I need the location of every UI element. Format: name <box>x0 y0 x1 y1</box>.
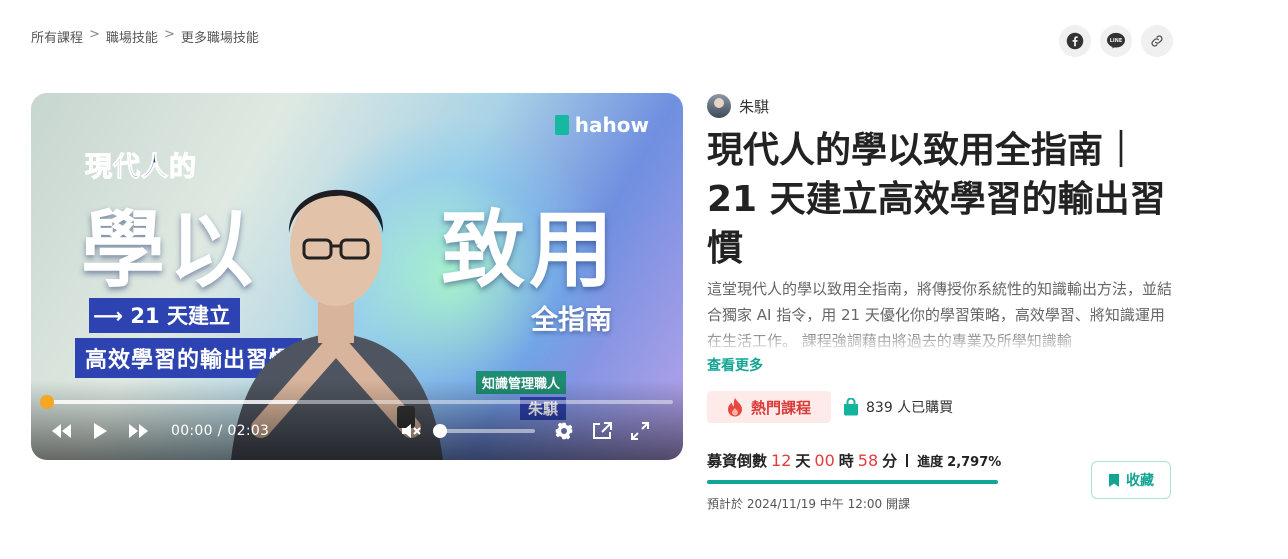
hot-course-badge: 熱門課程 <box>707 391 831 423</box>
course-start-date: 預計於 2024/11/19 中午 12:00 開課 <box>707 497 911 511</box>
share-line-button[interactable]: LINE <box>1100 25 1132 57</box>
popout-icon <box>593 422 612 439</box>
instructor[interactable]: 朱騏 <box>707 94 769 118</box>
buyer-count-text: 839 人已購買 <box>866 400 954 416</box>
fast-forward-button[interactable] <box>125 419 151 443</box>
fullscreen-button[interactable] <box>627 419 653 443</box>
current-time: 00:00 <box>171 423 213 439</box>
bookmark-icon <box>1109 473 1119 487</box>
progress-label: 進度 <box>917 455 944 470</box>
mute-button[interactable] <box>398 419 424 443</box>
hot-course-label: 熱門課程 <box>750 398 811 417</box>
divider <box>906 454 909 467</box>
funding-countdown: 募資倒數 12 天 00 時 58 分 進度 2,797% <box>707 450 1001 471</box>
video-control-row: 00:00 / 02:03 <box>49 419 665 443</box>
breadcrumb-workplace-skills[interactable]: 職場技能 <box>106 27 158 46</box>
instructor-name: 朱騏 <box>739 97 770 116</box>
fast-forward-icon <box>129 424 148 438</box>
course-description: 這堂現代人的學以致用全指南，將傳授你系統性的知識輸出方法，並結合獨家 AI 指令… <box>707 276 1175 354</box>
course-title: 現代人的學以致用全指南｜21 天建立高效學習的輸出習慣 <box>707 130 1166 269</box>
funding-progress-bar <box>707 480 998 484</box>
video-player[interactable]: hahow 現代人的 學以 致用 ⟶ 21 天建立 高效學習的輸出習慣 全指南 … <box>31 93 683 460</box>
collect-label: 收藏 <box>1126 473 1154 489</box>
breadcrumb-more-workplace-skills[interactable]: 更多職場技能 <box>181 27 259 46</box>
duration: 02:03 <box>227 423 270 439</box>
share-link-button[interactable] <box>1141 25 1173 57</box>
video-buffered-bar <box>47 400 298 404</box>
hahow-logo: hahow <box>554 113 649 137</box>
line-icon: LINE <box>1107 32 1125 49</box>
breadcrumb-all-courses[interactable]: 所有課程 <box>31 27 83 46</box>
play-icon <box>94 423 107 439</box>
video-progress-handle[interactable] <box>40 395 54 409</box>
collect-button[interactable]: 收藏 <box>1091 461 1171 499</box>
thumbnail-text-line1: 現代人的 <box>85 152 197 184</box>
breadcrumb-separator: > <box>89 27 100 42</box>
share-buttons: LINE <box>1059 25 1173 57</box>
breadcrumb: 所有課程 > 職場技能 > 更多職場技能 <box>31 27 259 46</box>
share-facebook-button[interactable] <box>1059 25 1091 57</box>
video-progress-bar[interactable] <box>40 395 673 409</box>
countdown-label: 募資倒數 <box>707 452 768 470</box>
thumbnail-text-big2: 致用 <box>441 201 618 299</box>
countdown-days-unit: 天 <box>795 452 811 470</box>
volume-slider[interactable] <box>433 424 535 438</box>
thumbnail-text-arrow: ⟶ 21 天建立 <box>89 298 240 333</box>
video-time: 00:00 / 02:03 <box>171 423 269 439</box>
link-icon <box>1151 35 1163 47</box>
countdown-hours: 00 <box>814 451 835 470</box>
thumbnail-text-side: 全指南 <box>531 305 612 336</box>
countdown-hours-unit: 時 <box>838 452 854 470</box>
see-more-link[interactable]: 查看更多 <box>707 355 763 375</box>
countdown-minutes-unit: 分 <box>882 452 898 470</box>
svg-text:LINE: LINE <box>1110 38 1122 44</box>
time-separator: / <box>217 423 223 439</box>
avatar <box>707 94 731 118</box>
shopping-bag-icon <box>844 398 858 416</box>
volume-muted-icon <box>402 424 421 438</box>
progress-value: 2,797% <box>947 455 1002 470</box>
rewind-button[interactable] <box>49 419 75 443</box>
flame-icon <box>727 398 742 417</box>
rewind-icon <box>52 424 71 438</box>
facebook-icon <box>1066 32 1084 50</box>
countdown-minutes: 58 <box>857 451 879 470</box>
buyer-count: 839 人已購買 <box>843 397 953 417</box>
volume-handle[interactable] <box>433 424 447 438</box>
gear-icon <box>555 422 573 440</box>
breadcrumb-separator: > <box>163 27 175 42</box>
countdown-days: 12 <box>771 451 792 470</box>
fullscreen-icon <box>631 422 649 440</box>
popout-button[interactable] <box>589 419 615 443</box>
settings-button[interactable] <box>551 419 577 443</box>
play-button[interactable] <box>87 419 113 443</box>
